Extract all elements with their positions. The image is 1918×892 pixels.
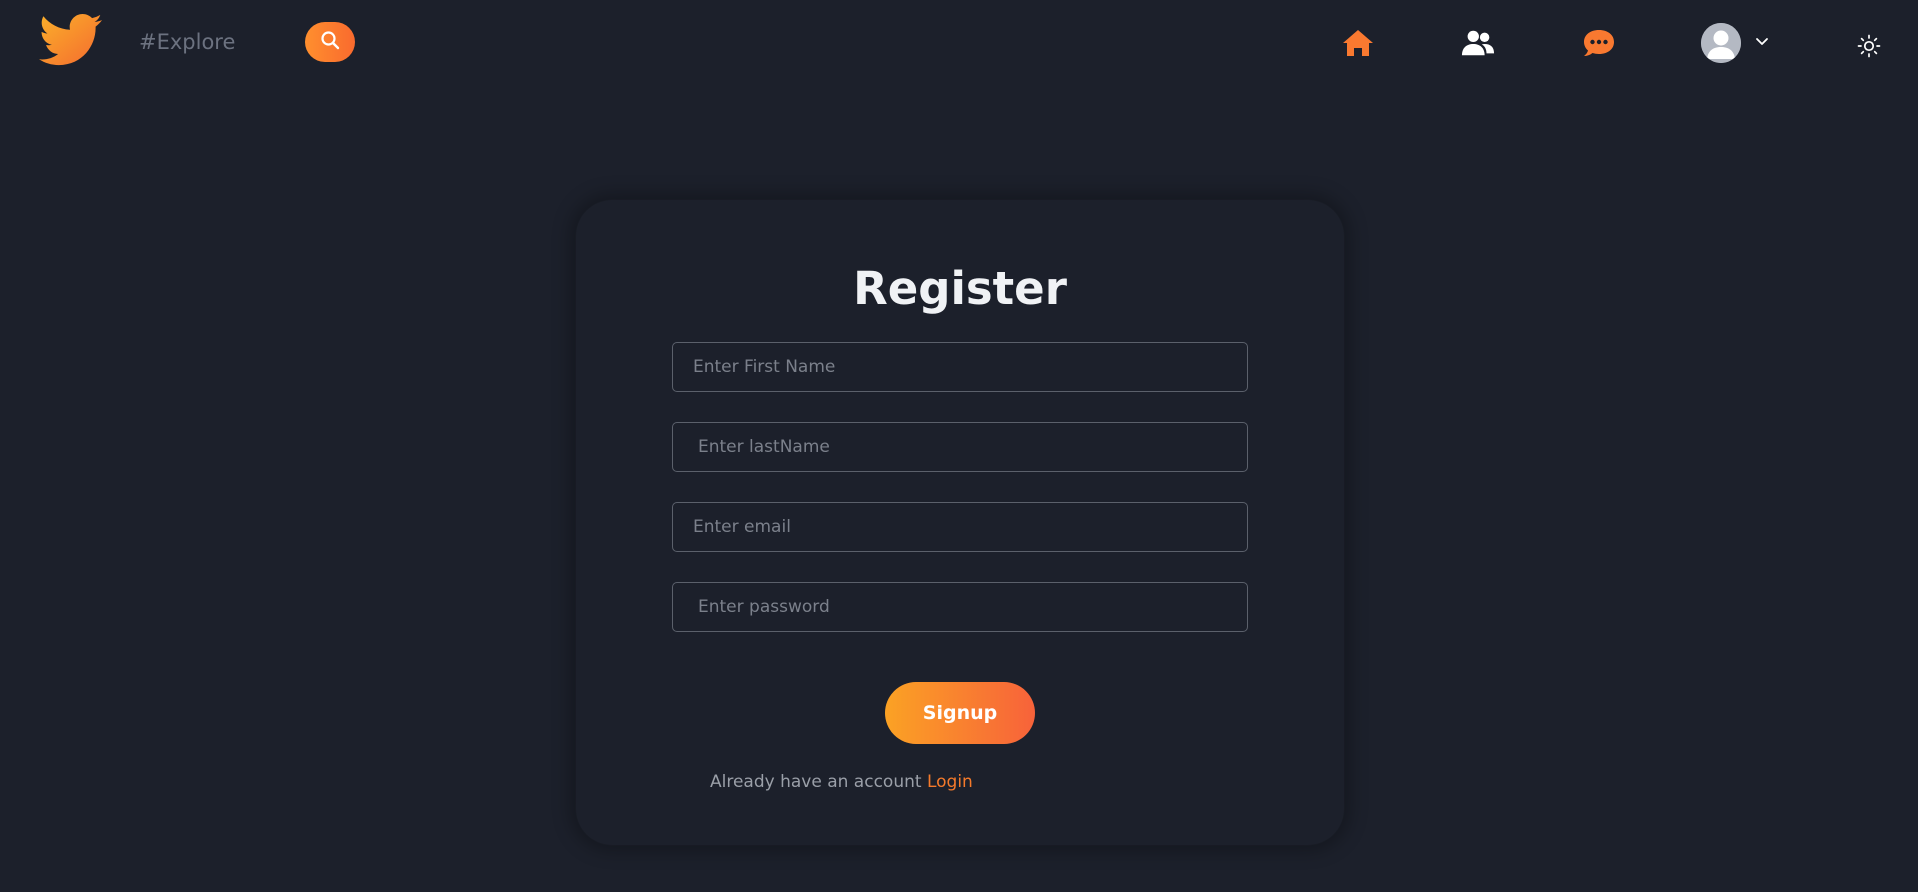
sun-icon[interactable]	[1857, 34, 1881, 58]
login-prompt: Already have an account Login	[710, 772, 973, 792]
bird-logo-icon[interactable]	[38, 14, 104, 72]
last-name-field[interactable]	[672, 422, 1248, 472]
password-field[interactable]	[672, 582, 1248, 632]
users-icon[interactable]	[1461, 27, 1495, 59]
chat-icon[interactable]	[1582, 27, 1616, 59]
explore-input[interactable]	[139, 30, 289, 54]
login-link[interactable]: Login	[927, 772, 973, 792]
signup-button[interactable]: Signup	[885, 682, 1035, 744]
first-name-field[interactable]	[672, 342, 1248, 392]
top-navbar	[0, 0, 1918, 90]
chevron-down-icon[interactable]	[1755, 34, 1769, 52]
search-button[interactable]	[305, 22, 355, 62]
search-icon	[320, 30, 340, 55]
home-icon[interactable]	[1341, 27, 1375, 59]
register-card: Register Signup Already have an account …	[576, 200, 1344, 845]
user-avatar-icon[interactable]	[1701, 23, 1741, 63]
page-title: Register	[853, 262, 1067, 315]
already-account-text: Already have an account	[710, 772, 927, 792]
email-field[interactable]	[672, 502, 1248, 552]
profile-menu[interactable]	[1701, 23, 1769, 63]
